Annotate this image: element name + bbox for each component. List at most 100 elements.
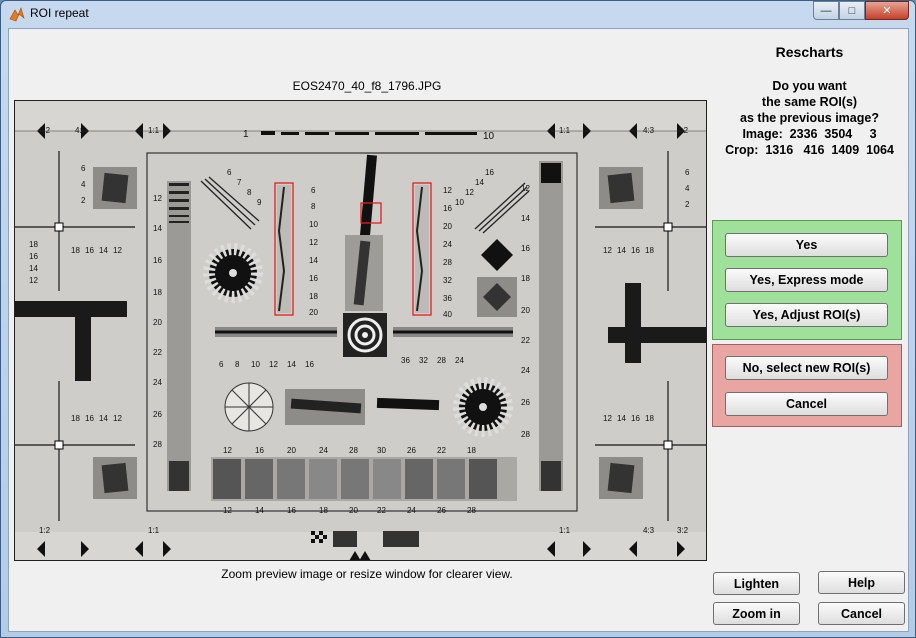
svg-text:14: 14: [99, 414, 108, 423]
svg-text:24: 24: [455, 356, 464, 365]
test-chart-image: 1:2 4:3 1:1 1:1 4:3 3:2 1:2 1:1 1:1 4:3 …: [15, 101, 706, 560]
svg-text:28: 28: [521, 430, 530, 439]
ratio-label-bl3: 1:1: [148, 526, 160, 535]
zoom-hint: Zoom preview image or resize window for …: [221, 567, 513, 581]
svg-text:18: 18: [309, 292, 318, 301]
cancel-button[interactable]: Cancel: [818, 602, 905, 625]
svg-text:8: 8: [247, 188, 252, 197]
svg-text:16: 16: [305, 360, 314, 369]
svg-text:18: 18: [71, 246, 80, 255]
lighten-button[interactable]: Lighten: [713, 572, 800, 595]
no-options-panel: No, select new ROI(s) Cancel: [712, 344, 902, 427]
svg-text:22: 22: [437, 446, 446, 455]
svg-text:6: 6: [219, 360, 224, 369]
preview-image[interactable]: 1:2 4:3 1:1 1:1 4:3 3:2 1:2 1:1 1:1 4:3 …: [14, 100, 707, 561]
minimize-icon[interactable]: —: [813, 1, 839, 20]
svg-text:18: 18: [467, 446, 476, 455]
svg-text:16: 16: [29, 252, 38, 261]
svg-text:7: 7: [237, 178, 242, 187]
svg-text:36: 36: [401, 356, 410, 365]
svg-text:12: 12: [223, 446, 232, 455]
svg-text:16: 16: [153, 256, 162, 265]
svg-text:22: 22: [153, 348, 162, 357]
svg-text:22: 22: [521, 336, 530, 345]
svg-text:14: 14: [153, 224, 162, 233]
svg-text:14: 14: [309, 256, 318, 265]
select-new-roi-button[interactable]: No, select new ROI(s): [725, 356, 888, 380]
svg-text:26: 26: [521, 398, 530, 407]
yes-express-mode-button[interactable]: Yes, Express mode: [725, 268, 888, 292]
svg-text:12: 12: [269, 360, 278, 369]
svg-text:14: 14: [617, 246, 626, 255]
maximize-icon[interactable]: □: [839, 1, 865, 20]
svg-text:18: 18: [71, 414, 80, 423]
svg-text:18: 18: [153, 288, 162, 297]
svg-text:28: 28: [467, 506, 476, 515]
svg-text:14: 14: [521, 214, 530, 223]
scale-label-10: 10: [483, 131, 495, 142]
svg-text:16: 16: [287, 506, 296, 515]
zoom-in-button[interactable]: Zoom in: [713, 602, 800, 625]
svg-text:30: 30: [377, 446, 386, 455]
svg-text:32: 32: [419, 356, 428, 365]
app-brand: Rescharts: [775, 44, 844, 60]
svg-text:12: 12: [113, 246, 122, 255]
svg-text:32: 32: [443, 276, 452, 285]
svg-text:16: 16: [485, 168, 494, 177]
cancel-roi-button[interactable]: Cancel: [725, 392, 888, 416]
svg-text:14: 14: [99, 246, 108, 255]
ratio-label-br2: 4:3: [643, 526, 655, 535]
close-icon[interactable]: ✕: [865, 1, 909, 20]
ratio-label-bl1: 1:2: [39, 526, 51, 535]
ratio-label-tr2: 4:3: [643, 126, 655, 135]
svg-text:14: 14: [29, 264, 38, 273]
help-button[interactable]: Help: [818, 571, 905, 594]
title-bar[interactable]: ROI repeat — □ ✕: [1, 1, 915, 27]
svg-text:10: 10: [251, 360, 260, 369]
image-dimensions: Image: 2336 3504 3: [742, 127, 877, 141]
svg-text:16: 16: [309, 274, 318, 283]
svg-text:6: 6: [685, 168, 690, 177]
image-filename: EOS2470_40_f8_1796.JPG: [292, 79, 442, 93]
svg-text:16: 16: [85, 246, 94, 255]
svg-text:24: 24: [443, 240, 452, 249]
svg-text:36: 36: [443, 294, 452, 303]
svg-text:24: 24: [153, 378, 162, 387]
ratio-label-br1: 1:1: [559, 526, 571, 535]
svg-text:18: 18: [319, 506, 328, 515]
svg-text:12: 12: [29, 276, 38, 285]
yes-options-panel: Yes Yes, Express mode Yes, Adjust ROI(s): [712, 220, 902, 340]
repeat-question: Do you want the same ROI(s) as the previ…: [713, 78, 906, 158]
yes-button[interactable]: Yes: [725, 233, 888, 257]
svg-text:18: 18: [29, 240, 38, 249]
svg-text:20: 20: [287, 446, 296, 455]
svg-text:24: 24: [407, 506, 416, 515]
question-line-1: Do you want: [772, 79, 847, 93]
question-line-2: the same ROI(s): [761, 95, 858, 109]
svg-text:14: 14: [287, 360, 296, 369]
scale-label-1: 1: [243, 129, 249, 140]
svg-text:40: 40: [443, 310, 452, 319]
svg-text:22: 22: [377, 506, 386, 515]
svg-text:20: 20: [521, 306, 530, 315]
svg-text:12: 12: [465, 188, 474, 197]
yes-adjust-roi-button[interactable]: Yes, Adjust ROI(s): [725, 303, 888, 327]
matlab-icon: [9, 7, 25, 22]
svg-text:12: 12: [603, 246, 612, 255]
svg-text:12: 12: [223, 506, 232, 515]
svg-text:6: 6: [227, 168, 232, 177]
crop-values: Crop: 1316 416 1409 1064: [725, 143, 894, 157]
svg-text:26: 26: [407, 446, 416, 455]
svg-text:20: 20: [349, 506, 358, 515]
question-line-3: as the previous image?: [740, 111, 879, 125]
svg-text:12: 12: [113, 414, 122, 423]
svg-text:12: 12: [603, 414, 612, 423]
svg-text:12: 12: [153, 194, 162, 203]
svg-text:28: 28: [437, 356, 446, 365]
svg-text:12: 12: [443, 186, 452, 195]
svg-text:28: 28: [349, 446, 358, 455]
svg-text:9: 9: [257, 198, 262, 207]
svg-text:8: 8: [311, 202, 316, 211]
svg-text:16: 16: [255, 446, 264, 455]
svg-text:6: 6: [81, 164, 86, 173]
